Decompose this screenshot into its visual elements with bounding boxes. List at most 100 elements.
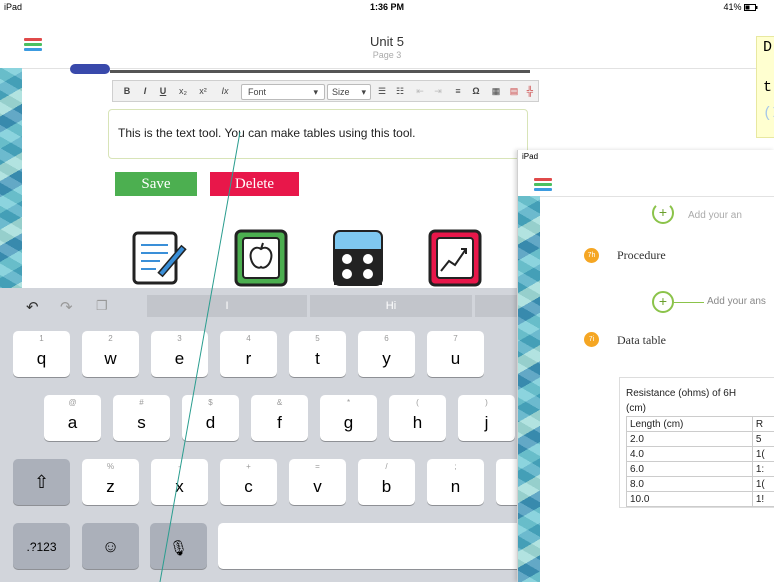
paste-icon[interactable]: ❐ (96, 298, 108, 314)
editor-toolbar: B I U x₂ x² Ix Font ▾ Size ▾ ☰ ☷ ⇤ ⇥ ≡ Ω ▦… (112, 80, 539, 102)
overlay-screenshot: iPad + Add your an 7h Procedure + Add yo… (517, 150, 774, 582)
key-alt-label: ; (454, 462, 457, 471)
dictation-key[interactable]: 🎙 (150, 523, 207, 569)
note-line: (I (763, 105, 774, 122)
key-label: t (315, 349, 320, 368)
key-t[interactable]: 5t (289, 331, 346, 377)
table-row: 10.0 1! (626, 491, 774, 507)
battery-indicator: 41% (723, 2, 758, 12)
battery-percent: 41% (723, 2, 742, 12)
key-alt-label: $ (208, 398, 213, 407)
data-table-heading: Data table (617, 333, 666, 347)
key-alt-label: * (346, 398, 351, 407)
chevron-down-icon: ▾ (361, 87, 366, 97)
status-time: 1:36 PM (369, 2, 404, 12)
key-f[interactable]: & f (251, 395, 308, 441)
key-label: c (244, 477, 253, 496)
table-icon[interactable]: ▦ (489, 84, 503, 98)
drawing-tool-icon[interactable] (234, 229, 288, 287)
emoji-key[interactable]: ☺ (82, 523, 139, 569)
key-label: z (106, 477, 115, 496)
font-select-label: Font (248, 87, 267, 97)
overlay-device-label: iPad (522, 152, 539, 161)
save-button[interactable]: Save (115, 172, 197, 196)
key-alt-label: / (385, 462, 388, 471)
key-s[interactable]: # s (113, 395, 170, 441)
numbers-key[interactable]: .?123 (13, 523, 70, 569)
clear-format-button[interactable]: Ix (217, 84, 233, 98)
delete-button[interactable]: Delete (210, 172, 299, 196)
key-b[interactable]: / b (358, 459, 415, 505)
key-c[interactable]: + c (220, 459, 277, 505)
key-a[interactable]: @ a (44, 395, 101, 441)
key-label: s (137, 413, 146, 432)
key-label: q (36, 349, 47, 368)
key-label: g (343, 413, 354, 432)
key-r[interactable]: 4r (220, 331, 277, 377)
key-n[interactable]: ; n (427, 459, 484, 505)
key-label: u (450, 349, 461, 368)
key-w[interactable]: 2w (82, 331, 139, 377)
key-u[interactable]: 7u (427, 331, 484, 377)
special-char-button[interactable]: Ω (469, 84, 483, 98)
key-label: b (381, 477, 392, 496)
key-alt-label: 3 (177, 334, 182, 343)
table-cell: 10.0 (626, 491, 753, 507)
table-cell-icon[interactable]: ╬ (523, 84, 537, 98)
align-icon[interactable]: ≡ (451, 84, 465, 98)
key-label: r (245, 349, 252, 368)
text-editor[interactable]: This is the text tool. You can make tabl… (108, 109, 528, 159)
calculator-tool-icon[interactable] (332, 229, 383, 286)
table-caption: Resistance (ohms) of 6H (626, 388, 737, 399)
key-v[interactable]: = v (289, 459, 346, 505)
table-row: 6.0 1: (626, 461, 774, 477)
add-answer-link[interactable]: Add your an (688, 210, 742, 221)
suggestion-1[interactable]: I (147, 295, 307, 317)
table-props-icon[interactable]: ▤ (507, 84, 521, 98)
key-h[interactable]: (h (389, 395, 446, 441)
key-label: j (484, 413, 489, 432)
table-cell: 1( (751, 476, 774, 492)
key-e[interactable]: 3e (151, 331, 208, 377)
size-select[interactable]: Size ▾ (327, 84, 371, 100)
table-cell: 8.0 (626, 476, 753, 492)
key-x[interactable]: -x (151, 459, 208, 505)
graph-tool-icon[interactable] (428, 229, 482, 287)
italic-button[interactable]: I (139, 84, 151, 98)
text-tool-icon[interactable] (130, 229, 187, 285)
table-cell: 1: (751, 461, 774, 477)
key-g[interactable]: * g (320, 395, 377, 441)
plus-icon[interactable]: + (652, 202, 674, 224)
underline-button[interactable]: U (157, 84, 169, 98)
numbered-list-icon[interactable]: ☰ (375, 84, 389, 98)
key-q[interactable]: 1q (13, 331, 70, 377)
key-d[interactable]: $ d (182, 395, 239, 441)
space-bar[interactable] (218, 523, 528, 569)
section-badge: 7h (584, 248, 599, 263)
bulleted-list-icon[interactable]: ☷ (393, 84, 407, 98)
key-alt-label: - (178, 462, 181, 471)
key-j[interactable]: ) j (458, 395, 515, 441)
key-label: w (104, 349, 117, 368)
subscript-button[interactable]: x₂ (175, 84, 191, 98)
shift-key[interactable]: ⇧ (13, 459, 70, 505)
key-y[interactable]: 6y (358, 331, 415, 377)
key-label: f (277, 413, 282, 432)
font-select[interactable]: Font ▾ (241, 84, 325, 100)
suggestion-2[interactable]: Hi (310, 295, 472, 317)
table-caption-unit: (cm) (626, 403, 646, 414)
key-label: h (412, 413, 423, 432)
redo-icon[interactable]: ↷ (60, 298, 73, 316)
table-cell: 6.0 (626, 461, 753, 477)
outdent-icon[interactable]: ⇤ (413, 84, 427, 98)
overlay-menu-icon[interactable] (534, 178, 552, 192)
add-answer-link[interactable]: Add your ans (707, 296, 766, 307)
indent-icon[interactable]: ⇥ (431, 84, 445, 98)
plus-icon[interactable]: + (652, 291, 674, 313)
key-z[interactable]: % z (82, 459, 139, 505)
column-header: R (751, 416, 774, 432)
bold-button[interactable]: B (121, 84, 133, 98)
undo-icon[interactable]: ↶ (26, 298, 39, 316)
table-header-row: Length (cm) R (626, 416, 774, 432)
superscript-button[interactable]: x² (195, 84, 211, 98)
